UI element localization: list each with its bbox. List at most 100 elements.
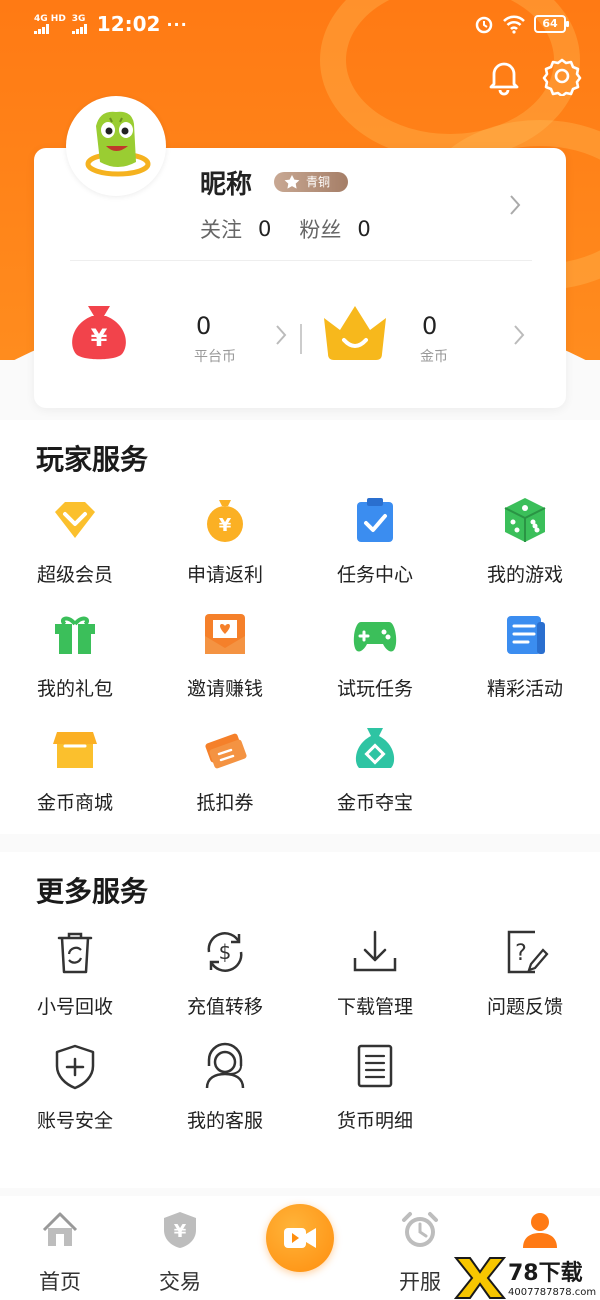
- wifi-icon: [503, 15, 525, 34]
- treasure-bag-icon: [355, 728, 395, 768]
- download-icon: [353, 930, 397, 972]
- svg-text:78下载: 78下载: [508, 1260, 583, 1286]
- service-task-center[interactable]: 任务中心: [300, 496, 450, 596]
- envelope-heart-icon: [205, 614, 245, 654]
- service-label: 申请返利: [186, 564, 263, 586]
- divider: [70, 260, 532, 261]
- yen-shield-icon: ¥: [164, 1212, 196, 1248]
- service-label: 小号回收: [36, 996, 113, 1018]
- service-label: 金币商城: [36, 792, 113, 814]
- follow-label[interactable]: 关注: [200, 214, 242, 244]
- svg-text:¥: ¥: [91, 324, 108, 352]
- shield-plus-icon: [55, 1044, 95, 1090]
- diamond-icon: [55, 502, 95, 538]
- service-label: 精彩活动: [486, 678, 563, 700]
- service-coupons[interactable]: 抵扣券: [150, 724, 300, 824]
- player-services-section: 玩家服务 超级会员 ¥ 申请返利 任务中心 我的游戏 我的礼包 邀请赚钱 试玩任…: [0, 420, 600, 834]
- chevron-right-icon: [276, 325, 287, 345]
- service-account-security[interactable]: 账号安全: [0, 1042, 150, 1142]
- avatar[interactable]: [66, 96, 166, 196]
- gold-wallet[interactable]: 0 金币: [320, 298, 550, 378]
- platform-coin-wallet[interactable]: ¥ 0 平台币: [64, 298, 294, 378]
- service-label: 任务中心: [336, 564, 413, 586]
- headset-icon: [205, 1042, 245, 1089]
- news-icon: [507, 616, 545, 654]
- svg-text:?: ?: [515, 941, 527, 966]
- wallet-separator: [300, 324, 302, 354]
- fans-label[interactable]: 粉丝: [299, 214, 341, 244]
- question-edit-icon: ?: [507, 930, 549, 974]
- service-label: 问题反馈: [486, 996, 563, 1018]
- service-account-recycle[interactable]: 小号回收: [0, 928, 150, 1028]
- alarm-clock-icon: [402, 1212, 438, 1247]
- service-super-vip[interactable]: 超级会员: [0, 496, 150, 596]
- service-my-games[interactable]: 我的游戏: [450, 496, 600, 596]
- svg-text:$: $: [219, 940, 232, 964]
- money-bag-icon: ¥: [72, 306, 126, 360]
- gold-label: 金币: [420, 349, 448, 365]
- service-label: 金币夺宝: [336, 792, 413, 814]
- nickname: 昵称: [200, 170, 253, 200]
- level-badge-label: 青铜: [306, 175, 331, 189]
- service-currency-details[interactable]: 货币明细: [300, 1042, 450, 1142]
- watermark-logo: 78下载 4007787878.com: [450, 1254, 600, 1300]
- fans-count[interactable]: 0: [357, 217, 370, 241]
- section-title: 更多服务: [36, 875, 149, 908]
- platform-coin-label: 平台币: [194, 349, 236, 365]
- svg-text:¥: ¥: [219, 515, 232, 536]
- service-feedback[interactable]: ? 问题反馈: [450, 928, 600, 1028]
- recycle-bin-icon: [57, 932, 93, 974]
- service-gold-store[interactable]: 金币商城: [0, 724, 150, 824]
- chevron-right-icon[interactable]: [508, 194, 522, 216]
- bell-icon[interactable]: [484, 56, 524, 96]
- service-trial-tasks[interactable]: 试玩任务: [300, 610, 450, 710]
- gear-icon[interactable]: [542, 56, 582, 96]
- gold-amount: 0: [422, 312, 438, 340]
- service-label: 我的游戏: [486, 564, 563, 586]
- nav-label: 交易: [159, 1270, 201, 1294]
- chevron-right-icon: [514, 325, 525, 345]
- signal-label: 4G HD: [34, 13, 66, 24]
- avatar-monster-image: [85, 111, 151, 177]
- crown-icon: [324, 306, 386, 360]
- signal-3g-icon: 3G: [71, 14, 87, 34]
- level-badge: 青铜: [274, 172, 348, 192]
- clock: 12:02: [96, 12, 161, 36]
- service-label: 账号安全: [36, 1110, 113, 1132]
- section-title: 玩家服务: [36, 443, 149, 476]
- service-label: 超级会员: [36, 564, 113, 586]
- coin-bag-icon: ¥: [207, 500, 243, 542]
- service-label: 抵扣券: [196, 792, 254, 814]
- service-apply-rebate[interactable]: ¥ 申请返利: [150, 496, 300, 596]
- service-label: 我的客服: [186, 1110, 263, 1132]
- svg-text:4007787878.com: 4007787878.com: [508, 1287, 596, 1298]
- service-recharge-transfer[interactable]: $ 充值转移: [150, 928, 300, 1028]
- service-download-manager[interactable]: 下载管理: [300, 928, 450, 1028]
- service-my-gifts[interactable]: 我的礼包: [0, 610, 150, 710]
- video-camera-icon: [284, 1228, 316, 1248]
- service-invite-earn[interactable]: 邀请赚钱: [150, 610, 300, 710]
- service-label: 试玩任务: [336, 678, 413, 700]
- more-notifications-indicator: ···: [166, 14, 188, 34]
- follow-count[interactable]: 0: [258, 217, 271, 241]
- service-customer-service[interactable]: 我的客服: [150, 1042, 300, 1142]
- nav-label: 首页: [39, 1270, 81, 1294]
- gift-icon: [55, 616, 95, 654]
- bottom-nav: 首页 ¥ 交易 开服 78下载 4007787878.com: [0, 1196, 600, 1300]
- watermark: 78下载 4007787878.com: [450, 1254, 600, 1300]
- service-activities[interactable]: 精彩活动: [450, 610, 600, 710]
- service-label: 下载管理: [336, 996, 413, 1018]
- user-icon: [523, 1213, 557, 1248]
- dollar-exchange-icon: $: [207, 932, 243, 972]
- status-bar: 4G HD 3G 12:02 ··· 64: [0, 0, 600, 46]
- service-gold-treasure[interactable]: 金币夺宝: [300, 724, 450, 824]
- platform-coin-amount: 0: [196, 312, 212, 340]
- ticket-icon: [205, 733, 247, 769]
- list-document-icon: [357, 1044, 393, 1088]
- star-icon: [284, 175, 300, 189]
- service-label: 我的礼包: [36, 678, 113, 700]
- follow-stats: 关注 0 粉丝 0: [200, 214, 399, 244]
- store-icon: [53, 732, 97, 768]
- nav-video[interactable]: [266, 1204, 334, 1272]
- service-label: 货币明细: [336, 1110, 413, 1132]
